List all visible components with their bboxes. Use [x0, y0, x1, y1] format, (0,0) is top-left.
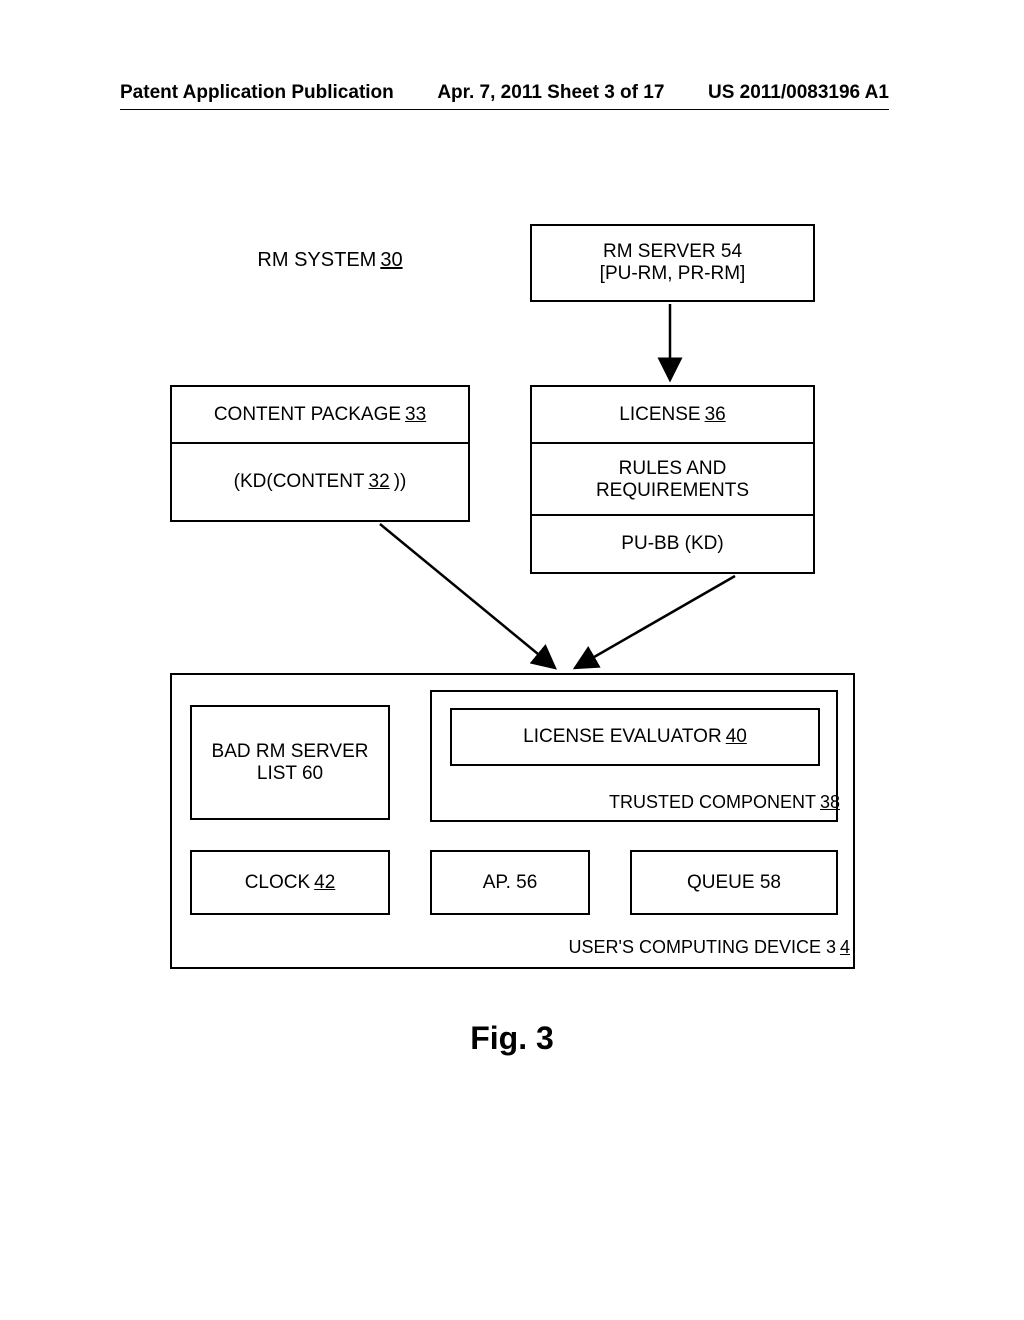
ap-box: AP. 56 — [430, 850, 590, 915]
content-package-box: CONTENT PACKAGE 33 — [170, 385, 470, 445]
rm-server-box: RM SERVER 54 [PU-RM, PR-RM] — [530, 224, 815, 302]
kd-content-box: (KD(CONTENT 32 )) — [170, 442, 470, 522]
device-num: 4 — [840, 937, 850, 958]
trusted-num: 38 — [820, 792, 840, 813]
lic-eval-text: LICENSE EVALUATOR — [523, 726, 722, 748]
queue-text: QUEUE 58 — [687, 872, 781, 894]
license-num: 36 — [705, 404, 726, 426]
page-header: Patent Application Publication Apr. 7, 2… — [120, 82, 889, 110]
header-right: US 2011/0083196 A1 — [708, 82, 889, 104]
clock-text: CLOCK — [245, 872, 310, 894]
rm-system-num: 30 — [380, 249, 402, 272]
license-evaluator-box: LICENSE EVALUATOR 40 — [450, 708, 820, 766]
rules-box: RULES AND REQUIREMENTS — [530, 442, 815, 517]
pubb-box: PU-BB (KD) — [530, 514, 815, 574]
kd-pre: (KD(CONTENT — [234, 471, 365, 493]
license-text: LICENSE — [619, 404, 700, 426]
rm-server-line1: RM SERVER 54 — [603, 241, 742, 263]
queue-box: QUEUE 58 — [630, 850, 838, 915]
rules-line2: REQUIREMENTS — [596, 480, 749, 502]
clock-box: CLOCK 42 — [190, 850, 390, 915]
header-left: Patent Application Publication — [120, 82, 394, 104]
bad-line2: LIST 60 — [257, 763, 323, 785]
user-device-label: USER'S COMPUTING DEVICE 3 4 — [510, 932, 850, 962]
lic-eval-num: 40 — [726, 726, 747, 748]
license-box: LICENSE 36 — [530, 385, 815, 445]
kd-post: )) — [394, 471, 407, 493]
content-package-num: 33 — [405, 404, 426, 426]
clock-num: 42 — [314, 872, 335, 894]
trusted-component-label: TRUSTED COMPONENT 38 — [530, 788, 840, 816]
bad-rm-server-box: BAD RM SERVER LIST 60 — [190, 705, 390, 820]
ap-text: AP. 56 — [483, 872, 538, 894]
trusted-text: TRUSTED COMPONENT — [609, 792, 816, 813]
kd-num: 32 — [369, 471, 390, 493]
header-center: Apr. 7, 2011 Sheet 3 of 17 — [437, 82, 664, 104]
bad-line1: BAD RM SERVER — [212, 741, 369, 763]
pubb-text: PU-BB (KD) — [621, 533, 723, 555]
rm-server-line2: [PU-RM, PR-RM] — [600, 263, 746, 285]
rules-line1: RULES AND — [619, 458, 727, 480]
figure-label: Fig. 3 — [0, 1020, 1024, 1057]
rm-system-label: RM SYSTEM 30 — [200, 240, 460, 280]
device-text: USER'S COMPUTING DEVICE 3 — [569, 937, 836, 958]
content-package-text: CONTENT PACKAGE — [214, 404, 401, 426]
rm-system-text: RM SYSTEM — [257, 249, 376, 272]
diagram-area: RM SYSTEM 30 RM SERVER 54 [PU-RM, PR-RM]… — [160, 230, 860, 990]
